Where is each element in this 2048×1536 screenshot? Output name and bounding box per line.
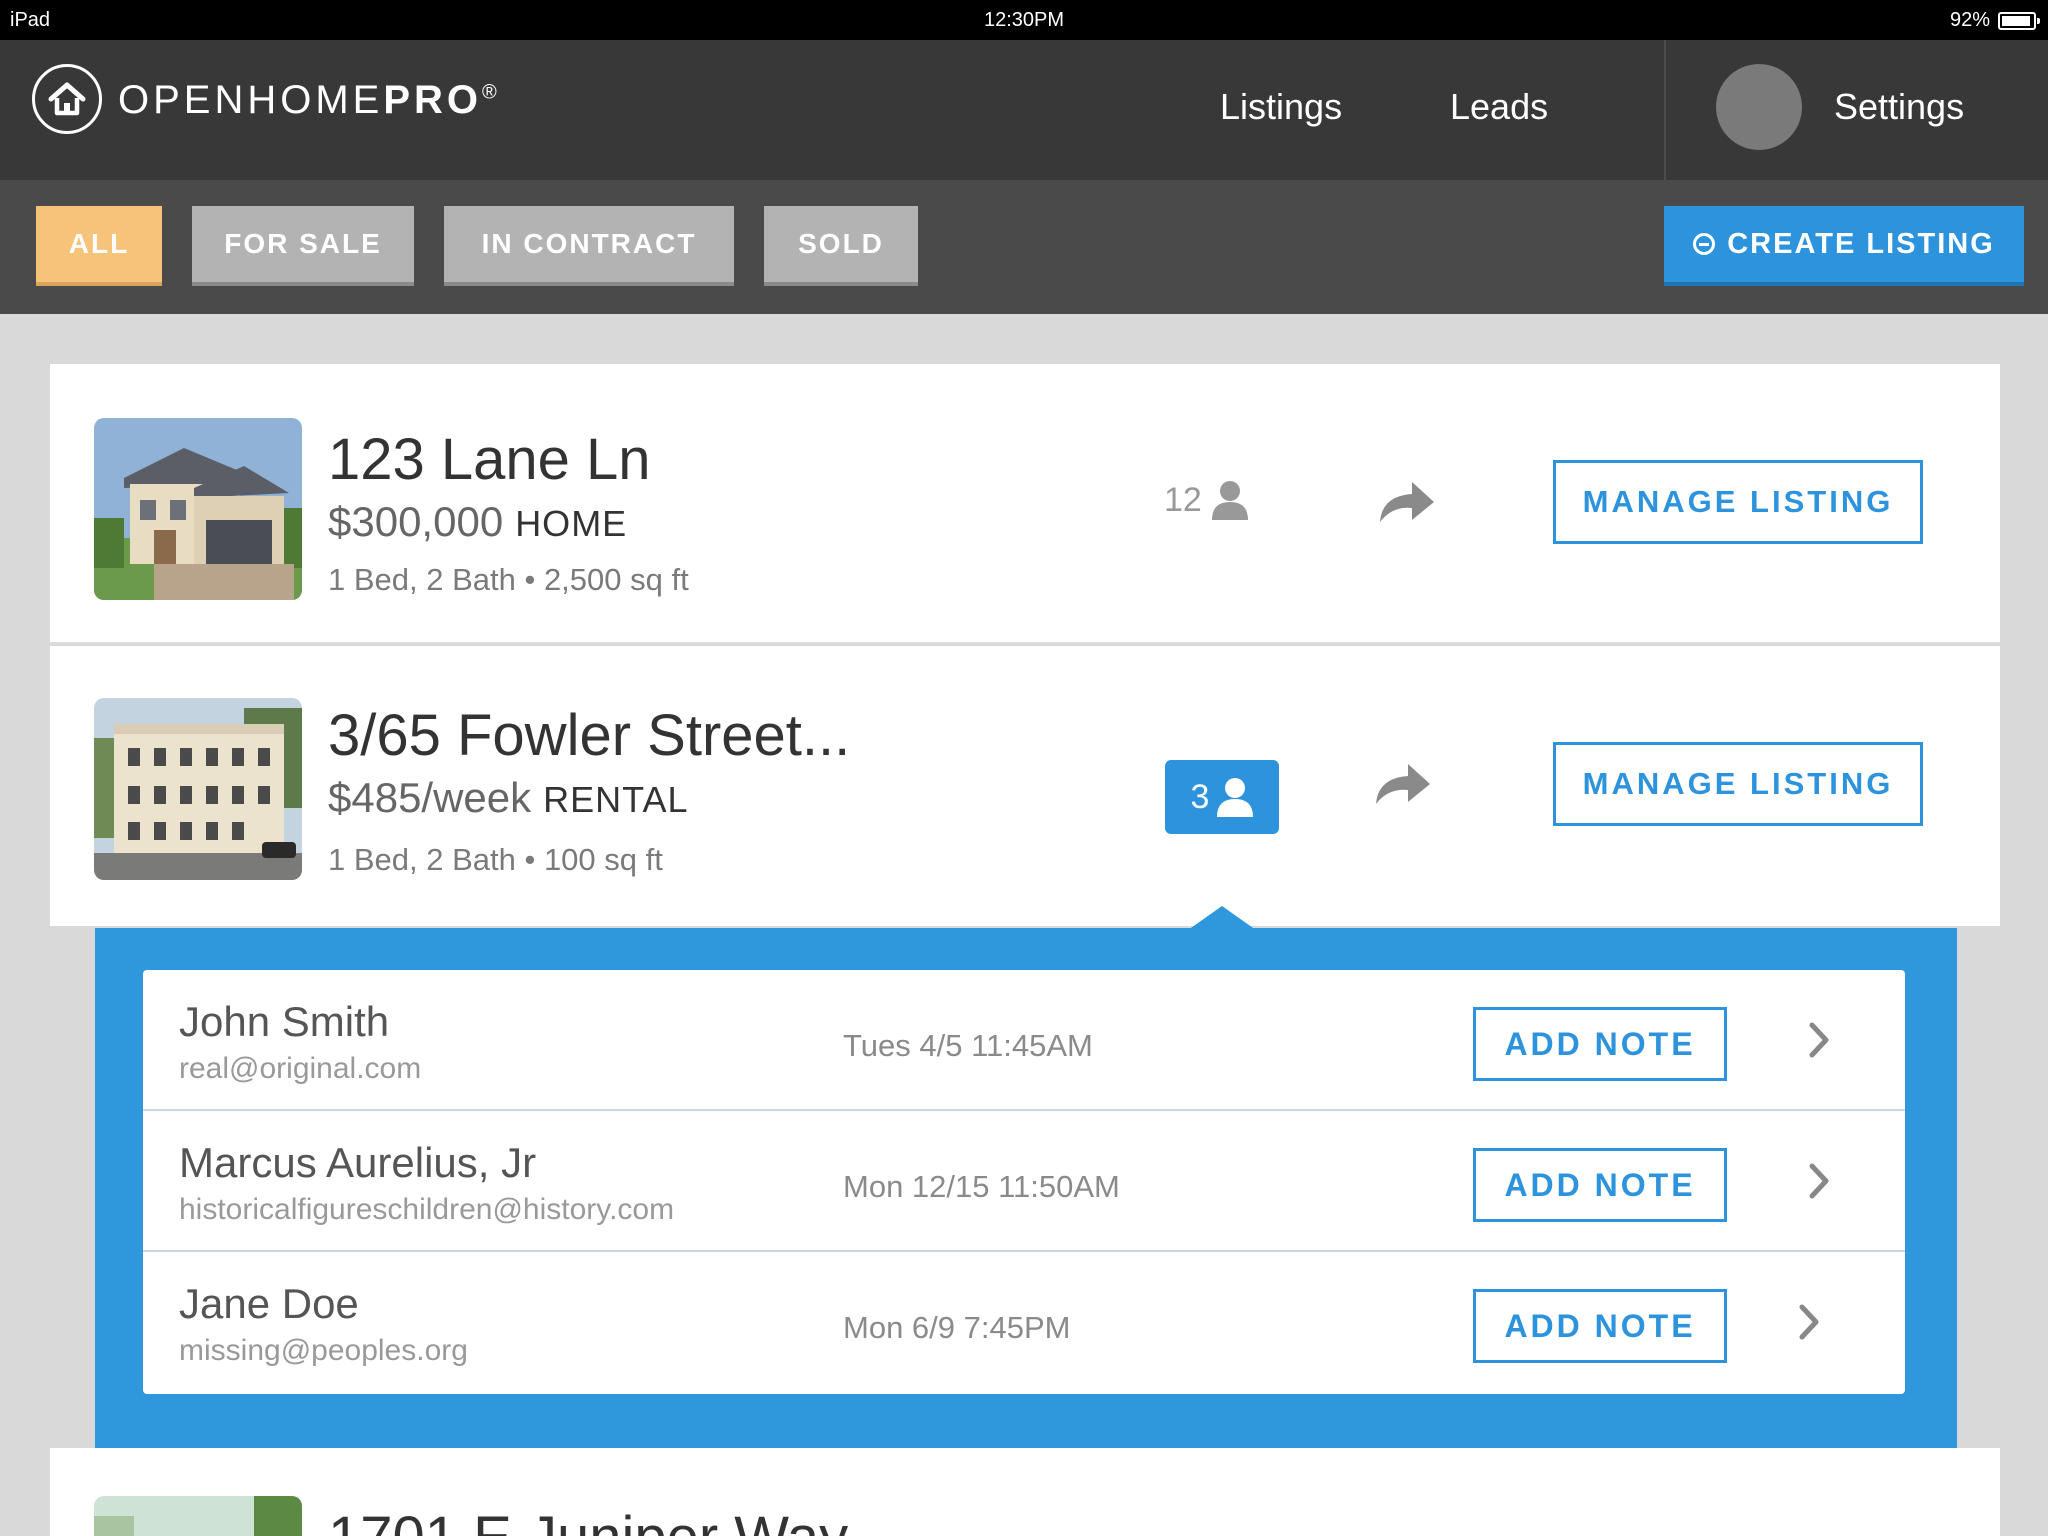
logo-wordmark: OPENHOMEPRO® xyxy=(118,77,497,122)
listing-photo[interactable] xyxy=(94,698,302,880)
lead-email: missing@peoples.org xyxy=(179,1334,468,1367)
manage-listing-button[interactable]: MANAGE LISTING xyxy=(1553,460,1923,544)
filter-sold-button[interactable]: SOLD xyxy=(764,206,918,286)
leads-panel: John Smith real@original.com Tues 4/5 11… xyxy=(95,928,1957,1448)
leads-panel-caret xyxy=(1188,906,1256,930)
manage-listing-button[interactable]: MANAGE LISTING xyxy=(1553,742,1923,826)
lead-name: John Smith xyxy=(179,998,390,1045)
lead-time: Mon 12/15 11:50AM xyxy=(843,1169,1120,1204)
share-icon[interactable] xyxy=(1372,760,1432,808)
person-icon xyxy=(1217,778,1254,817)
listing-details: 1 Bed, 2 Bath • 100 sq ft xyxy=(328,842,663,877)
listing-price: $485/week RENTAL xyxy=(328,774,689,821)
chevron-right-icon[interactable] xyxy=(1807,1020,1831,1060)
status-bar: iPad 12:30PM 92% xyxy=(0,0,2048,40)
battery-status: 92% xyxy=(1949,9,2040,32)
add-note-button[interactable]: ADD NOTE xyxy=(1473,1007,1727,1081)
filter-bar: ALL FOR SALE IN CONTRACT SOLD CREATE LIS… xyxy=(0,180,2048,314)
filter-in-contract-button[interactable]: IN CONTRACT xyxy=(444,206,734,286)
filter-all-button[interactable]: ALL xyxy=(36,206,162,286)
listing-price: $300,000 HOME xyxy=(328,498,628,545)
listing-title[interactable]: 1701 E Juniper Way xyxy=(328,1504,848,1536)
listing-photo[interactable] xyxy=(94,1496,302,1536)
listing-type: HOME xyxy=(515,503,628,544)
listing-card: 3/65 Fowler Street... $485/week RENTAL 1 … xyxy=(50,646,2000,926)
listing-photo[interactable] xyxy=(94,418,302,600)
share-icon[interactable] xyxy=(1376,478,1436,526)
logo[interactable]: OPENHOMEPRO® xyxy=(32,64,497,134)
app-header: OPENHOMEPRO® Listings Leads Settings xyxy=(0,40,2048,180)
lead-row[interactable]: Jane Doe missing@peoples.org Mon 6/9 7:4… xyxy=(143,1252,1905,1393)
house-icon xyxy=(32,64,102,134)
create-listing-button[interactable]: CREATE LISTING xyxy=(1664,206,2024,286)
listing-title[interactable]: 3/65 Fowler Street... xyxy=(328,702,850,769)
nav-settings[interactable]: Settings xyxy=(1834,86,1964,128)
add-note-button[interactable]: ADD NOTE xyxy=(1473,1148,1727,1222)
minus-circle-icon xyxy=(1693,233,1716,255)
battery-icon xyxy=(1998,11,2040,30)
nav-listings[interactable]: Listings xyxy=(1220,86,1342,128)
lead-row[interactable]: John Smith real@original.com Tues 4/5 11… xyxy=(143,970,1905,1111)
header-divider xyxy=(1664,40,1666,180)
lead-email: real@original.com xyxy=(179,1052,422,1085)
avatar[interactable] xyxy=(1716,64,1802,150)
listing-details: 1 Bed, 2 Bath • 2,500 sq ft xyxy=(328,562,689,597)
leads-count-badge[interactable]: 3 xyxy=(1165,760,1279,834)
nav-leads[interactable]: Leads xyxy=(1450,86,1548,128)
lead-time: Mon 6/9 7:45PM xyxy=(843,1310,1071,1345)
add-note-button[interactable]: ADD NOTE xyxy=(1473,1289,1727,1363)
chevron-right-icon[interactable] xyxy=(1797,1302,1821,1342)
lead-email: historicalfigureschildren@history.com xyxy=(179,1193,675,1226)
leads-count[interactable]: 12 xyxy=(1164,480,1248,520)
leads-list: John Smith real@original.com Tues 4/5 11… xyxy=(143,970,1905,1394)
listing-card: 1701 E Juniper Way xyxy=(50,1448,2000,1536)
listing-type: RENTAL xyxy=(543,779,689,820)
lead-time: Tues 4/5 11:45AM xyxy=(843,1028,1093,1063)
lead-row[interactable]: Marcus Aurelius, Jr historicalfigureschi… xyxy=(143,1111,1905,1252)
listing-card: 123 Lane Ln $300,000 HOME 1 Bed, 2 Bath •… xyxy=(50,364,2000,644)
battery-percent: 92% xyxy=(1949,9,1990,31)
chevron-right-icon[interactable] xyxy=(1807,1161,1831,1201)
filter-for-sale-button[interactable]: FOR SALE xyxy=(192,206,414,286)
lead-name: Jane Doe xyxy=(179,1280,359,1327)
listing-title[interactable]: 123 Lane Ln xyxy=(328,426,651,493)
lead-name: Marcus Aurelius, Jr xyxy=(179,1139,537,1186)
person-icon xyxy=(1211,481,1248,520)
clock: 12:30PM xyxy=(983,9,1065,31)
